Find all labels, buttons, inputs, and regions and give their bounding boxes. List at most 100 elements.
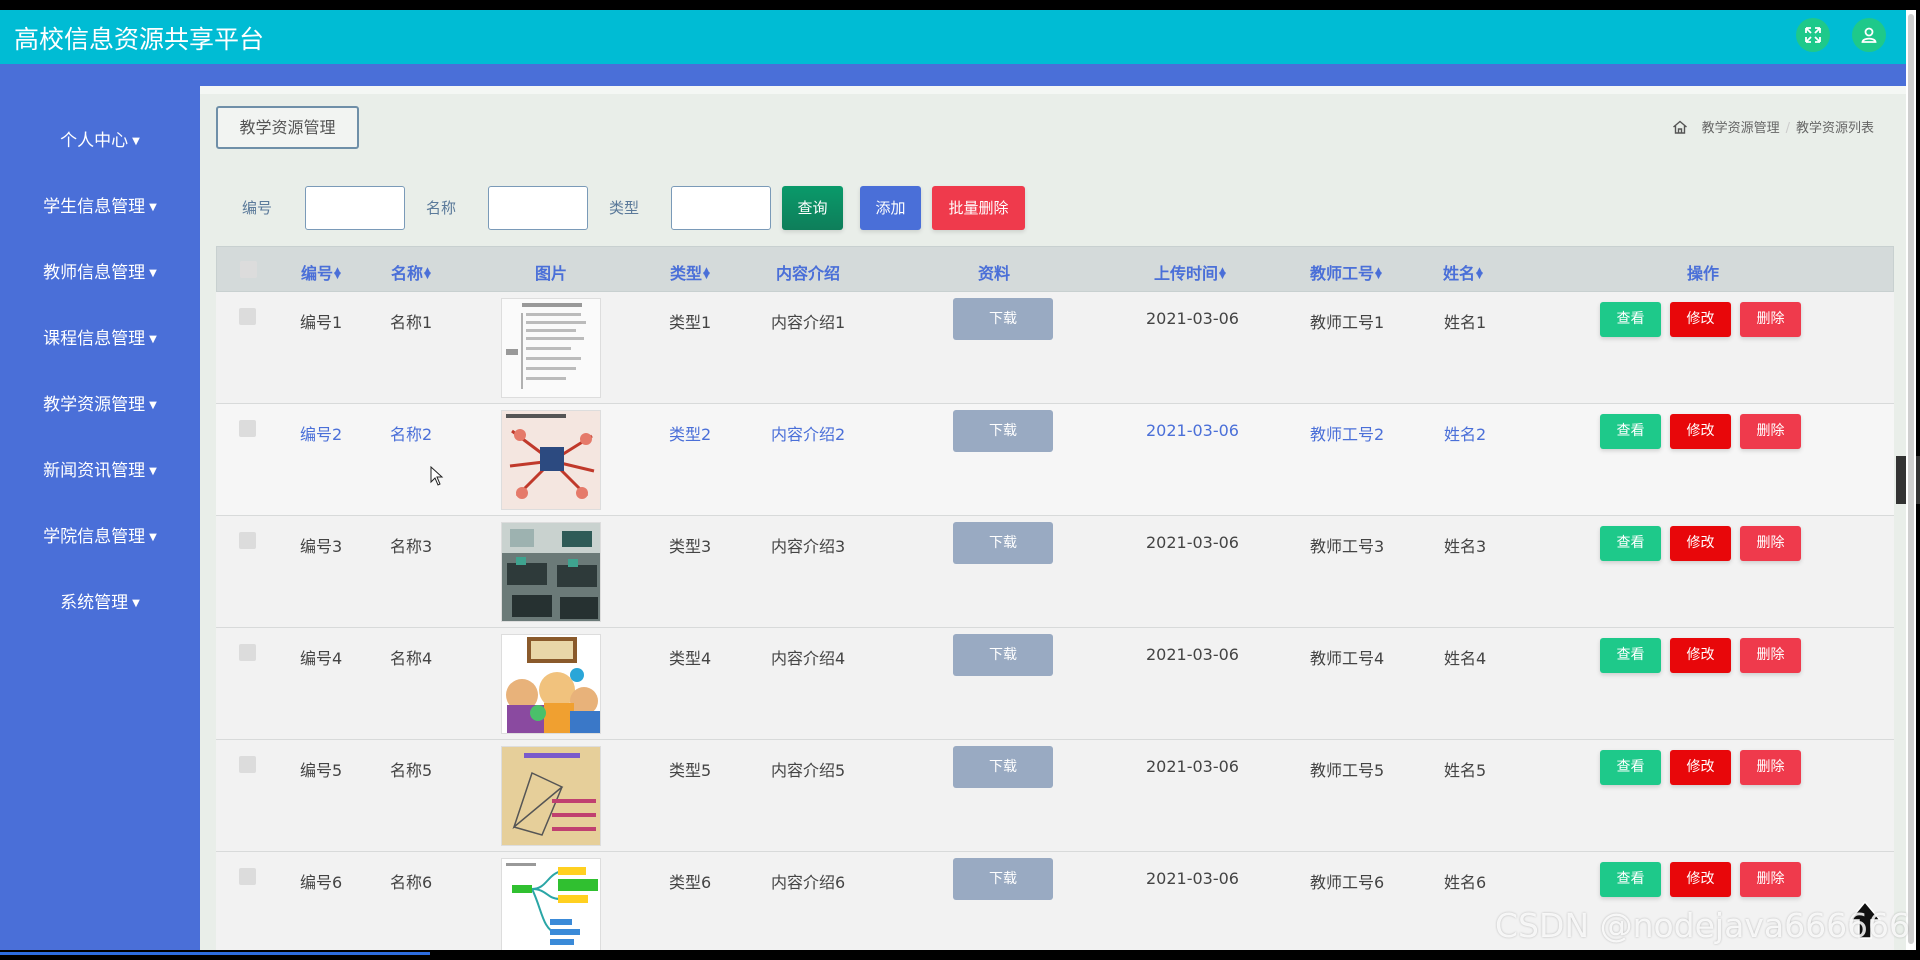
cell-upload-time: 2021-03-06 [1146,309,1239,328]
view-button[interactable]: 查看 [1600,862,1661,897]
download-button[interactable]: 下载 [953,410,1053,452]
edit-button[interactable]: 修改 [1670,302,1731,337]
fullscreen-button[interactable] [1796,18,1830,52]
fullscreen-icon [1805,27,1821,43]
download-button[interactable]: 下载 [953,634,1053,676]
view-button[interactable]: 查看 [1600,526,1661,561]
download-button[interactable]: 下载 [953,298,1053,340]
view-button[interactable]: 查看 [1600,302,1661,337]
download-button[interactable]: 下载 [953,858,1053,900]
download-button[interactable]: 下载 [953,522,1053,564]
resource-thumbnail [501,410,601,510]
cell-type: 类型1 [669,313,712,332]
batch-delete-button[interactable]: 批量删除 [932,186,1025,230]
sidebar-item-label: 教学资源管理 [43,395,146,415]
cell-teacher-name: 姓名4 [1444,649,1487,668]
sort-icon: ▲ ▼ [703,266,710,281]
column-header-upload-time[interactable]: 上传时间▲ ▼ [1154,260,1226,284]
cell-type: 类型4 [669,649,712,668]
column-header-teacher-no[interactable]: 教师工号▲ ▼ [1310,260,1382,284]
cell-teacher-name: 姓名1 [1444,313,1487,332]
row-checkbox[interactable] [239,644,256,661]
view-button[interactable]: 查看 [1600,414,1661,449]
caret-down-icon: ▼ [149,532,157,543]
watermark: CSDN @nodejava666666 [1495,906,1911,945]
name-input[interactable] [488,186,588,230]
cell-intro: 内容介绍3 [771,537,846,556]
cell-teacher-name: 姓名6 [1444,873,1487,892]
user-button[interactable] [1852,18,1886,52]
mouse-cursor-icon [430,466,444,486]
sidebar-item-teaching-resources[interactable]: 教学资源管理 ▼ [0,372,200,438]
table-row: 编号2 名称2 类型2 内容介绍2 下载 2021-03-06 教师工号2 姓名… [216,404,1894,516]
column-header-type[interactable]: 类型▲ ▼ [670,260,710,284]
sidebar-item-course-info[interactable]: 课程信息管理 ▼ [0,306,200,372]
user-icon [1861,27,1877,43]
column-header-name[interactable]: 名称▲ ▼ [391,260,431,284]
sidebar-item-label: 新闻资讯管理 [43,461,146,481]
delete-button[interactable]: 删除 [1740,638,1801,673]
cell-id: 编号5 [300,761,343,780]
cell-teacher-no: 教师工号4 [1310,649,1385,668]
delete-button[interactable]: 删除 [1740,862,1801,897]
delete-button[interactable]: 删除 [1740,526,1801,561]
sidebar-item-student-info[interactable]: 学生信息管理 ▼ [0,174,200,240]
sidebar-item-personal-center[interactable]: 个人中心 ▼ [0,108,200,174]
edit-button[interactable]: 修改 [1670,862,1731,897]
sidebar-item-news[interactable]: 新闻资讯管理 ▼ [0,438,200,504]
breadcrumb-item[interactable]: 教学资源管理 [1702,121,1780,136]
cell-id: 编号1 [300,313,343,332]
app-window: 高校信息资源共享平台 个人中心 ▼ 学生信息管理 ▼ 教师信息管理 ▼ 课程信息管理 ▼… [0,10,1906,950]
cell-intro: 内容介绍6 [771,873,846,892]
sidebar-item-teacher-info[interactable]: 教师信息管理 ▼ [0,240,200,306]
type-input[interactable] [671,186,771,230]
page-tag[interactable]: 教学资源管理 [216,106,359,149]
row-checkbox[interactable] [239,308,256,325]
row-checkbox[interactable] [239,756,256,773]
column-header-intro: 内容介绍 [776,264,841,283]
resource-thumbnail [501,522,601,622]
edit-button[interactable]: 修改 [1670,414,1731,449]
edit-button[interactable]: 修改 [1670,638,1731,673]
cell-type: 类型5 [669,761,712,780]
column-header-teacher-name[interactable]: 姓名▲ ▼ [1443,260,1483,284]
table-row: 编号1 名称1 类型1 内容介绍1 下载 2021-03-06 教师工号1 姓名… [216,292,1894,404]
cell-name: 名称6 [390,873,433,892]
row-checkbox[interactable] [239,420,256,437]
sidebar-item-college-info[interactable]: 学院信息管理 ▼ [0,504,200,570]
delete-button[interactable]: 删除 [1740,750,1801,785]
id-input[interactable] [305,186,405,230]
table-header: 编号▲ ▼ 名称▲ ▼ 图片 类型▲ ▼ 内容介绍 资料 上传时间▲ ▼ 教师工号▲ ▼ … [216,246,1894,292]
select-all-checkbox[interactable] [240,261,257,278]
add-button[interactable]: 添加 [860,186,921,230]
caret-down-icon: ▼ [149,202,157,213]
scrollbar-thumb[interactable] [1908,14,1914,944]
cell-teacher-name: 姓名3 [1444,537,1487,556]
resource-thumbnail [501,634,601,734]
delete-button[interactable]: 删除 [1740,414,1801,449]
cell-teacher-no: 教师工号6 [1310,873,1385,892]
content-top-strip [200,86,1906,94]
column-header-material: 资料 [978,264,1011,283]
row-checkbox[interactable] [239,532,256,549]
home-icon[interactable] [1672,120,1688,134]
view-button[interactable]: 查看 [1600,750,1661,785]
view-button[interactable]: 查看 [1600,638,1661,673]
download-button[interactable]: 下载 [953,746,1053,788]
column-header-id[interactable]: 编号▲ ▼ [301,260,341,284]
row-checkbox[interactable] [239,868,256,885]
cell-teacher-no: 教师工号2 [1310,425,1385,444]
sidebar-item-label: 学院信息管理 [43,527,146,547]
search-bar: 编号 名称 类型 查询 添加 批量删除 [200,182,1906,232]
type-label: 类型 [609,199,640,217]
breadcrumb: 教学资源管理 / 教学资源列表 [1672,117,1874,136]
cell-upload-time: 2021-03-06 [1146,869,1239,888]
resource-thumbnail [501,858,601,950]
edit-button[interactable]: 修改 [1670,526,1731,561]
cell-upload-time: 2021-03-06 [1146,757,1239,776]
query-button[interactable]: 查询 [782,186,843,230]
bottom-progress-line [0,952,430,955]
sidebar-item-system[interactable]: 系统管理 ▼ [0,570,200,636]
delete-button[interactable]: 删除 [1740,302,1801,337]
edit-button[interactable]: 修改 [1670,750,1731,785]
